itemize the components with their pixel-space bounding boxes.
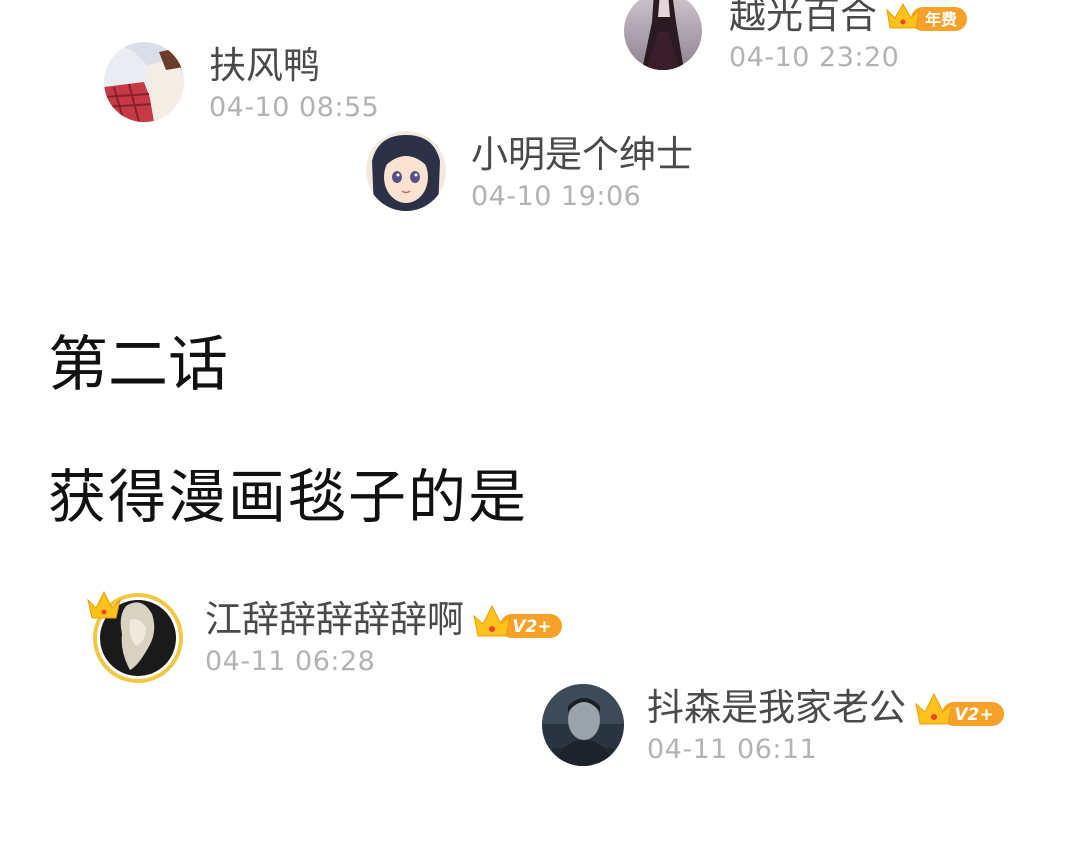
crown-icon (87, 590, 121, 619)
username[interactable]: 扶风鸭 (209, 44, 320, 88)
username-row: 越光百合 年费 (729, 0, 969, 38)
username[interactable]: 抖森是我家老公 (647, 686, 906, 730)
winner-caption: 获得漫画毯子的是 (48, 463, 529, 531)
episode-heading: 第二话 (48, 330, 228, 400)
comment-timestamp: 04-10 19:06 (471, 181, 642, 212)
comment-timestamp: 04-11 06:28 (205, 646, 376, 677)
username[interactable]: 越光百合 (729, 0, 877, 38)
comment-timestamp: 04-10 08:55 (209, 92, 380, 123)
user-avatar[interactable] (624, 0, 702, 70)
vip-level-badge: V2+ (914, 690, 1006, 726)
gold-crown-frame (86, 586, 186, 686)
username[interactable]: 小明是个绅士 (471, 133, 693, 177)
vip-level-badge: V2+ (472, 602, 564, 638)
comment-timestamp: 04-11 06:11 (647, 734, 818, 765)
user-avatar[interactable] (542, 684, 624, 766)
username-row: 小明是个绅士 (471, 133, 693, 177)
user-avatar[interactable] (366, 131, 446, 211)
crown-icon (473, 604, 511, 637)
crown-icon (886, 2, 920, 29)
crown-icon (915, 692, 953, 725)
badge-label: V2+ (512, 617, 551, 637)
username-row: 扶风鸭 (209, 44, 320, 88)
username-row: 抖森是我家老公 V2+ (647, 686, 1006, 730)
username[interactable]: 江辞辞辞辞辞啊 (205, 598, 464, 642)
annual-vip-badge: 年费 (885, 0, 969, 34)
username-row: 江辞辞辞辞辞啊 V2+ (205, 598, 564, 642)
comment-timestamp: 04-10 23:20 (729, 42, 900, 73)
user-avatar[interactable] (104, 42, 184, 122)
badge-label: 年费 (925, 10, 957, 29)
badge-label: V2+ (954, 705, 993, 725)
